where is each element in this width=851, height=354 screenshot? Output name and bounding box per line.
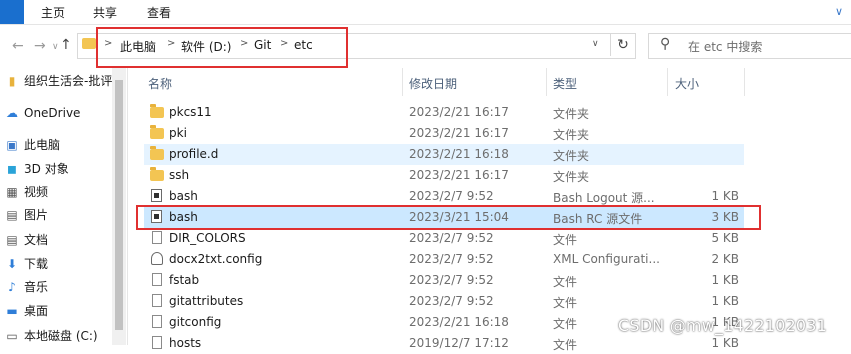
column-header-name[interactable]: 名称 bbox=[148, 75, 172, 92]
drive-icon: ▭ bbox=[6, 329, 18, 343]
address-history-icon[interactable]: ∨ bbox=[592, 39, 599, 49]
file-icon bbox=[152, 231, 162, 244]
ribbon-expand-icon[interactable]: ∨ bbox=[832, 5, 846, 19]
back-arrow-icon[interactable]: ← bbox=[12, 38, 24, 54]
folder-icon bbox=[150, 167, 164, 181]
desktop-icon: ▬ bbox=[6, 304, 18, 318]
folder-icon: ▮ bbox=[8, 74, 16, 88]
sidebar-item-downloads[interactable]: ⬇ 下载 bbox=[0, 253, 48, 275]
file-icon bbox=[152, 294, 162, 307]
file-row[interactable]: fstab 2023/2/7 9:52 文件 1 KB bbox=[144, 270, 744, 291]
file-row[interactable]: docx2txt.config 2023/2/7 9:52 XML Config… bbox=[144, 249, 744, 270]
search-icon: ⚲ bbox=[660, 36, 671, 52]
sidebar-scrollbar-thumb[interactable] bbox=[115, 80, 123, 330]
folder-icon bbox=[150, 125, 164, 139]
file-icon bbox=[152, 315, 162, 328]
file-row[interactable]: ssh 2023/2/21 16:17 文件夹 bbox=[144, 165, 744, 186]
file-row[interactable]: gitattributes 2023/2/7 9:52 文件 1 KB bbox=[144, 291, 744, 312]
column-divider[interactable] bbox=[667, 68, 668, 96]
file-icon bbox=[152, 273, 162, 286]
file-row[interactable]: DIR_COLORS 2023/2/7 9:52 文件 5 KB bbox=[144, 228, 744, 249]
column-divider[interactable] bbox=[402, 68, 403, 96]
column-header-type[interactable]: 类型 bbox=[553, 75, 577, 92]
folder-icon bbox=[150, 146, 164, 160]
picture-icon: ▤ bbox=[6, 208, 18, 222]
sidebar-item-videos[interactable]: ▦ 视频 bbox=[0, 181, 48, 203]
config-file-icon bbox=[151, 252, 163, 265]
file-row[interactable]: pki 2023/2/21 16:17 文件夹 bbox=[144, 123, 744, 144]
watermark: CSDN @mw_1422102031 bbox=[618, 316, 827, 335]
sidebar-item-onedrive[interactable]: ☁ OneDrive bbox=[0, 102, 80, 124]
up-arrow-icon[interactable]: ↑ bbox=[60, 37, 72, 53]
file-row[interactable]: bash 2023/2/7 9:52 Bash Logout 源... 1 KB bbox=[144, 186, 744, 207]
bash-file-icon bbox=[151, 189, 162, 202]
file-row[interactable]: profile.d 2023/2/21 16:18 文件夹 bbox=[144, 144, 744, 165]
sidebar-item-folder[interactable]: ▮ 组织生活会-批评 bbox=[0, 70, 113, 92]
address-highlight-annotation bbox=[96, 27, 348, 68]
forward-arrow-icon[interactable]: → bbox=[34, 38, 46, 54]
sidebar-item-music[interactable]: ♪ 音乐 bbox=[0, 276, 48, 298]
recent-dropdown-icon[interactable]: ∨ bbox=[52, 39, 59, 55]
file-icon bbox=[152, 336, 162, 349]
cloud-icon: ☁ bbox=[6, 106, 18, 120]
cube-icon: ◼ bbox=[7, 162, 17, 176]
document-icon: ▤ bbox=[6, 233, 18, 247]
sidebar-item-documents[interactable]: ▤ 文档 bbox=[0, 229, 48, 251]
sidebar-item-this-pc[interactable]: ▣ 此电脑 bbox=[0, 134, 60, 156]
tab-view[interactable]: 查看 bbox=[147, 4, 171, 21]
file-row[interactable]: hosts 2019/12/7 17:12 文件 1 KB bbox=[144, 333, 744, 354]
folder-icon bbox=[150, 104, 164, 118]
refresh-icon[interactable]: ↻ bbox=[610, 34, 635, 56]
file-row[interactable]: pkcs11 2023/2/21 16:17 文件夹 bbox=[144, 102, 744, 123]
sidebar-item-desktop[interactable]: ▬ 桌面 bbox=[0, 300, 48, 322]
folder-icon bbox=[82, 38, 96, 49]
music-icon: ♪ bbox=[8, 280, 16, 294]
tab-home[interactable]: 主页 bbox=[41, 4, 65, 21]
sidebar-item-drive-c[interactable]: ▭ 本地磁盘 (C:) bbox=[0, 325, 97, 347]
column-divider[interactable] bbox=[744, 68, 745, 96]
column-header-date[interactable]: 修改日期 bbox=[409, 75, 457, 92]
file-tab[interactable] bbox=[0, 0, 24, 24]
ribbon bbox=[0, 0, 851, 25]
row-highlight-annotation bbox=[136, 205, 761, 230]
sidebar-item-3d-objects[interactable]: ◼ 3D 对象 bbox=[0, 158, 69, 180]
sidebar-item-pictures[interactable]: ▤ 图片 bbox=[0, 204, 48, 226]
computer-icon: ▣ bbox=[6, 138, 18, 152]
search-placeholder: 在 etc 中搜索 bbox=[688, 40, 763, 54]
download-icon: ⬇ bbox=[6, 257, 18, 271]
column-header-size[interactable]: 大小 bbox=[675, 75, 699, 92]
pane-divider[interactable] bbox=[127, 68, 128, 345]
tab-share[interactable]: 共享 bbox=[93, 4, 117, 21]
column-divider[interactable] bbox=[546, 68, 547, 96]
video-icon: ▦ bbox=[6, 185, 18, 199]
